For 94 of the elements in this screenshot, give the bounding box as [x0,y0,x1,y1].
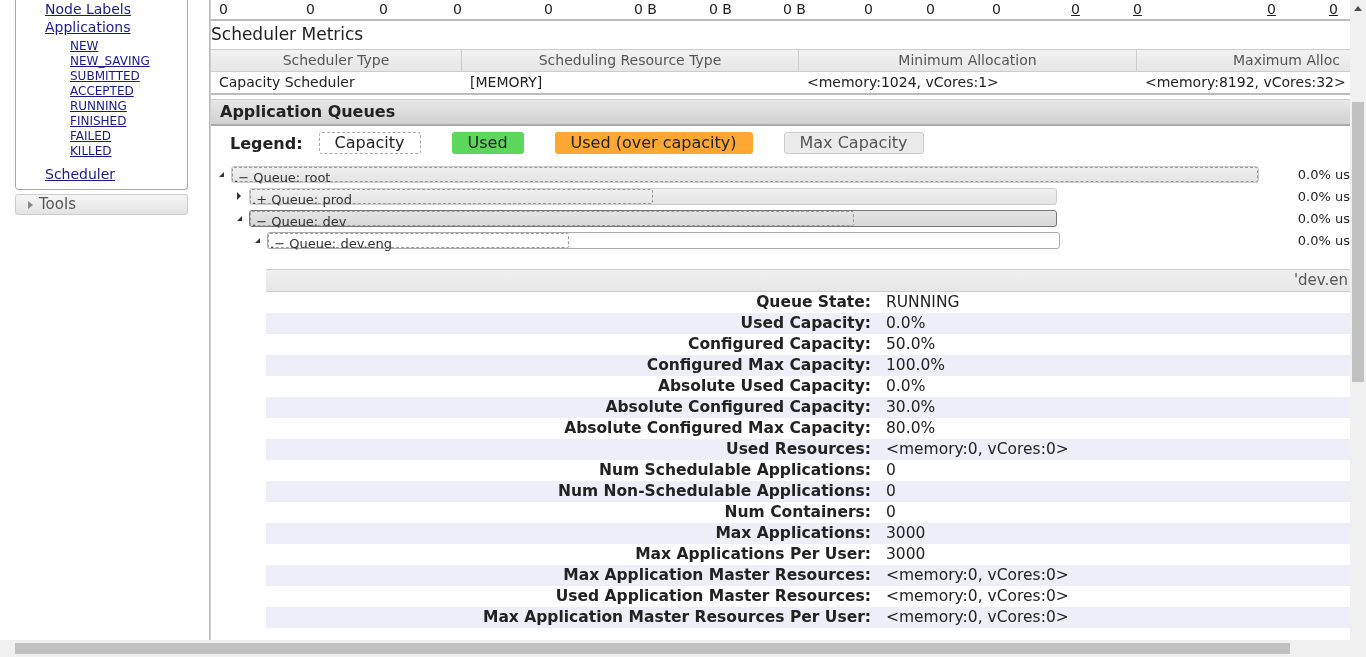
table-cell-text: <memory:1024, vCores:1> [806,73,1000,92]
queue-usage-text: 0.0% us [1297,232,1350,248]
metric-value: 0 [306,1,315,17]
detail-value: 80.0% [886,418,936,439]
queue-label: .− Queue: root [233,169,331,185]
column-header[interactable]: Minimum Allocation [799,50,1137,72]
nav-link[interactable]: RUNNING [70,99,127,114]
nav-link[interactable]: FINISHED [70,114,127,129]
legend-item: Capacity [318,132,421,154]
nav-link[interactable]: SUBMITTED [70,69,140,84]
metric-value: 0 [926,1,935,17]
detail-label: Configured Max Capacity: [645,355,871,376]
metric-value: 0 [219,1,228,17]
detail-label: Absolute Configured Max Capacity: [563,418,871,439]
expand-icon[interactable] [237,192,241,200]
queue-bar[interactable]: .− Queue: root [231,165,1259,183]
horizontal-scrollbar[interactable] [0,640,1366,657]
detail-value: 0 [886,502,896,523]
detail-value: <memory:0, vCores:0> [886,607,1069,628]
metric-value: 0 B [709,1,732,17]
queue-label: .+ Queue: prod [251,191,352,207]
queue-label: .− Queue: dev.eng [269,235,392,251]
nav-link[interactable]: Scheduler [45,165,116,183]
detail-value: RUNNING [886,292,960,313]
queue-label: .− Queue: dev [251,213,347,229]
detail-label: Max Applications: [714,523,871,544]
detail-value: 0.0% [886,313,926,334]
nav-link[interactable]: ACCEPTED [70,84,134,99]
queue-bar[interactable]: .− Queue: dev [249,209,1057,227]
nav-link[interactable]: Node Labels [45,0,132,18]
legend-item: Used (over capacity) [554,132,753,154]
table-cell-text: <memory:8192, vCores:32> [1144,73,1347,92]
metric-value: 0 [379,1,388,17]
column-header[interactable]: Scheduler Type [211,50,462,72]
detail-value: 3000 [886,544,926,565]
detail-value: <memory:0, vCores:0> [886,565,1069,586]
nav-link[interactable]: NEW_SAVING [70,54,150,69]
detail-value: 3000 [886,523,926,544]
detail-label: Num Non-Schedulable Applications: [556,481,871,502]
detail-value: 0 [886,460,896,481]
vertical-scrollbar[interactable] [1350,0,1366,640]
queue-usage-text: 0.0% us [1297,188,1350,204]
detail-label: Used Capacity: [739,313,871,334]
section-title: Scheduler Metrics [211,23,365,45]
table-cell-text: Capacity Scheduler [218,73,356,92]
detail-value: 0.0% [886,376,926,397]
detail-value: <memory:0, vCores:0> [886,439,1069,460]
detail-label: Max Application Master Resources Per User: [482,607,871,628]
legend-item: Max Capacity [783,132,924,154]
metric-link[interactable]: 0 [1267,1,1276,17]
detail-value: 50.0% [886,334,936,355]
detail-label: Max Applications Per User: [634,544,871,565]
detail-label: Queue State: [755,292,871,313]
detail-label: Configured Capacity: [687,334,871,355]
detail-value: 30.0% [886,397,936,418]
section-header: Application Queues [211,100,1350,126]
column-header[interactable]: Maximum Alloc [1137,50,1350,72]
table-cell-text: [MEMORY] [469,73,544,92]
detail-label: Used Application Master Resources: [554,586,871,607]
legend-label: Legend: [230,133,303,153]
metric-link[interactable]: 0 [1133,1,1142,17]
detail-value: <memory:0, vCores:0> [886,586,1069,607]
detail-label: Num Schedulable Applications: [598,460,871,481]
column-header[interactable]: Scheduling Resource Type [462,50,799,72]
scroll-up-icon[interactable] [1354,6,1362,11]
queue-details-title: 'dev.en [1293,271,1348,289]
detail-label: Absolute Configured Capacity: [604,397,871,418]
detail-label: Max Application Master Resources: [562,565,871,586]
detail-value: 0 [886,481,896,502]
metric-link[interactable]: 0 [1071,1,1080,17]
queue-usage-text: 0.0% us [1297,210,1350,226]
metric-value: 0 [992,1,1001,17]
tools-section-header[interactable]: Tools [15,194,188,215]
nav-link[interactable]: KILLED [70,144,112,159]
detail-label: Absolute Used Capacity: [656,376,871,397]
nav-link[interactable]: NEW [70,39,99,54]
metric-value: 0 [864,1,873,17]
legend-item: Used [451,132,524,154]
detail-value: 100.0% [886,355,946,376]
metric-value: 0 [544,1,553,17]
metric-value: 0 B [783,1,806,17]
detail-label: Num Containers: [723,502,871,523]
metric-value: 0 [453,1,462,17]
queue-bar[interactable]: .− Queue: dev.eng [267,231,1061,249]
expand-icon[interactable] [236,215,242,221]
expand-icon[interactable] [254,237,260,243]
metric-link[interactable]: 0 [1329,1,1338,17]
queue-bar[interactable]: .+ Queue: prod [249,187,1057,205]
nav-link[interactable]: Applications [45,18,131,36]
detail-label: Used Resources: [725,439,871,460]
metric-value: 0 B [634,1,657,17]
queue-usage-text: 0.0% us [1297,166,1350,182]
nav-link[interactable]: FAILED [70,129,112,144]
expand-icon[interactable] [218,171,224,177]
